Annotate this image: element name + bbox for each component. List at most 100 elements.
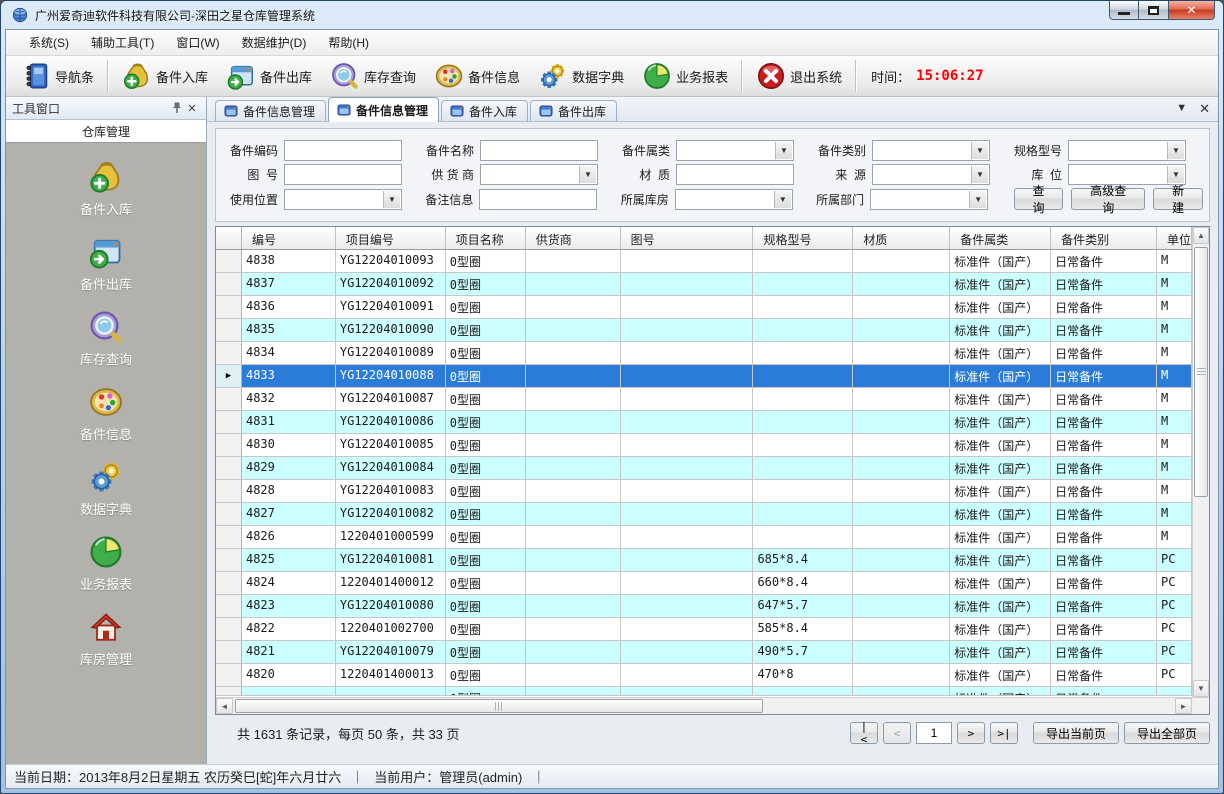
advanced-query-button[interactable]: 高级查询 [1071, 188, 1145, 210]
field-text-input[interactable] [676, 164, 794, 185]
menu-item[interactable]: 数据维护(D) [231, 30, 318, 55]
toolbar-button-data-dictionary[interactable]: 数据字典 [529, 58, 633, 94]
menu-item[interactable]: 窗口(W) [165, 30, 230, 55]
tab-备件出库[interactable]: 备件出库 [530, 100, 617, 121]
field-dropdown[interactable]: ▼ [480, 164, 598, 185]
table-row[interactable]: 482612204010005990型圈标准件（国产）日常备件M [216, 526, 1192, 549]
horizontal-scroll-thumb[interactable] [235, 699, 763, 713]
horizontal-scrollbar[interactable]: ◄ ► [216, 697, 1209, 714]
column-header[interactable]: 备件类别 [1051, 227, 1157, 249]
table-row[interactable]: 4829YG122040100840型圈标准件（国产）日常备件M [216, 457, 1192, 480]
tab-close-icon[interactable]: ✕ [1199, 102, 1210, 115]
table-row[interactable]: 4830YG122040100850型圈标准件（国产）日常备件M [216, 434, 1192, 457]
tab-备件信息管理[interactable]: 备件信息管理 [215, 100, 326, 121]
cell-name: 0型圈 [446, 342, 526, 364]
horizontal-scroll-track[interactable] [233, 698, 1175, 714]
last-page-button[interactable]: >| [990, 722, 1018, 744]
field-text-input[interactable] [480, 140, 598, 161]
chevron-down-icon[interactable]: ▼ [1176, 103, 1187, 114]
sidebar-item-data-dictionary[interactable]: 数据字典 [6, 459, 206, 518]
scroll-right-icon[interactable]: ► [1175, 698, 1192, 714]
field-text-input[interactable] [479, 189, 597, 210]
prev-page-button[interactable]: < [883, 722, 911, 744]
column-header[interactable]: 规格型号 [753, 227, 853, 249]
tab-备件信息管理[interactable]: 备件信息管理 [328, 97, 439, 122]
maximize-button[interactable] [1139, 1, 1169, 20]
table-row[interactable]: 482012204014000130型圈470*8标准件（国产）日常备件PC [216, 664, 1192, 687]
minimize-button[interactable] [1109, 1, 1139, 20]
table-row[interactable]: 4836YG122040100910型圈标准件（国产）日常备件M [216, 296, 1192, 319]
new-button[interactable]: 新建 [1153, 188, 1203, 210]
table-row[interactable]: 4835YG122040100900型圈标准件（国产）日常备件M [216, 319, 1192, 342]
status-separator: ｜ [351, 767, 364, 786]
sidebar-item-business-report[interactable]: 业务报表 [6, 534, 206, 593]
scroll-left-icon[interactable]: ◄ [216, 698, 233, 714]
export-current-page-button[interactable]: 导出当前页 [1033, 722, 1119, 744]
field-dropdown[interactable]: ▼ [676, 140, 794, 161]
toolbar-button-parts-info[interactable]: 备件信息 [425, 58, 529, 94]
query-button[interactable]: 查询 [1014, 188, 1064, 210]
vertical-scroll-thumb[interactable] [1194, 247, 1208, 497]
column-header[interactable]: 单位 [1157, 227, 1192, 249]
menu-item[interactable]: 系统(S) [18, 30, 80, 55]
toolbar-button-inventory-search[interactable]: 库存查询 [321, 58, 425, 94]
first-page-button[interactable]: |< [850, 722, 878, 744]
toolbar-button-parts-in[interactable]: 备件入库 [113, 58, 217, 94]
tab-备件入库[interactable]: 备件入库 [441, 100, 528, 121]
table-row[interactable]: 4834YG122040100890型圈标准件（国产）日常备件M [216, 342, 1192, 365]
sidebar-item-parts-out[interactable]: 备件出库 [6, 234, 206, 293]
column-header[interactable]: 材质 [853, 227, 950, 249]
sidebar-group-header[interactable]: 仓库管理 [6, 120, 206, 143]
close-button[interactable]: ✕ [1169, 1, 1215, 20]
toolbar-button-notebook[interactable]: 导航条 [12, 58, 103, 94]
field-text-input[interactable] [284, 164, 402, 185]
table-row[interactable]: 482412204014000120型圈660*8.4标准件（国产）日常备件PC [216, 572, 1192, 595]
field-dropdown[interactable]: ▼ [872, 164, 990, 185]
cell-material [853, 549, 950, 571]
cell-id: 4833 [242, 365, 336, 387]
column-header[interactable]: 编号 [242, 227, 336, 249]
column-header[interactable]: 图号 [621, 227, 754, 249]
scroll-up-icon[interactable]: ▲ [1193, 227, 1209, 244]
field-dropdown[interactable]: ▼ [1068, 140, 1186, 161]
field-dropdown[interactable]: ▼ [872, 140, 990, 161]
pin-icon[interactable] [170, 101, 184, 115]
table-row[interactable]: 482212204010027000型圈585*8.4标准件（国产）日常备件PC [216, 618, 1192, 641]
field-dropdown[interactable]: ▼ [675, 189, 793, 210]
table-row[interactable]: 4827YG122040100820型圈标准件（国产）日常备件M [216, 503, 1192, 526]
table-row[interactable]: 4838YG122040100930型圈标准件（国产）日常备件M [216, 250, 1192, 273]
toolbar-button-business-report[interactable]: 业务报表 [633, 58, 737, 94]
next-page-button[interactable]: > [957, 722, 985, 744]
menu-item[interactable]: 辅助工具(T) [80, 30, 165, 55]
field-dropdown[interactable]: ▼ [284, 189, 402, 210]
sidebar-item-inventory-search[interactable]: 库存查询 [6, 309, 206, 368]
table-row[interactable]: 4837YG122040100920型圈标准件（国产）日常备件M [216, 273, 1192, 296]
sidebar-item-warehouse[interactable]: 库房管理 [6, 609, 206, 668]
table-row[interactable]: 4821YG122040100790型圈490*5.7标准件（国产）日常备件PC [216, 641, 1192, 664]
field-dropdown[interactable]: ▼ [870, 189, 988, 210]
cell-category: 标准件（国产） [950, 457, 1051, 479]
scroll-down-icon[interactable]: ▼ [1193, 680, 1209, 697]
page-number-input[interactable] [916, 722, 952, 744]
column-header[interactable]: 供货商 [526, 227, 621, 249]
field-dropdown[interactable]: ▼ [1068, 164, 1186, 185]
toolbar-button-parts-out[interactable]: 备件出库 [217, 58, 321, 94]
column-header[interactable]: 项目编号 [336, 227, 446, 249]
export-all-pages-button[interactable]: 导出全部页 [1124, 722, 1210, 744]
sidebar-close-icon[interactable]: ✕ [184, 101, 200, 115]
field-text-input[interactable] [284, 140, 402, 161]
table-row[interactable]: 4832YG122040100870型圈标准件（国产）日常备件M [216, 388, 1192, 411]
table-row[interactable]: 4823YG122040100800型圈647*5.7标准件（国产）日常备件PC [216, 595, 1192, 618]
menu-item[interactable]: 帮助(H) [317, 30, 380, 55]
table-row[interactable]: ▶4833YG122040100880型圈标准件（国产）日常备件M [216, 365, 1192, 388]
table-row[interactable]: 4825YG122040100810型圈685*8.4标准件（国产）日常备件PC [216, 549, 1192, 572]
toolbar-button-exit[interactable]: 退出系统 [747, 58, 851, 94]
sidebar-item-parts-info[interactable]: 备件信息 [6, 384, 206, 443]
table-row[interactable]: 4828YG122040100830型圈标准件（国产）日常备件M [216, 480, 1192, 503]
column-header[interactable]: 项目名称 [446, 227, 526, 249]
cell-type: 日常备件 [1051, 296, 1157, 318]
sidebar-item-parts-in[interactable]: 备件入库 [6, 159, 206, 218]
column-header[interactable]: 备件属类 [950, 227, 1051, 249]
vertical-scrollbar[interactable]: ▲ ▼ [1192, 227, 1209, 697]
table-row[interactable]: 4831YG122040100860型圈标准件（国产）日常备件M [216, 411, 1192, 434]
